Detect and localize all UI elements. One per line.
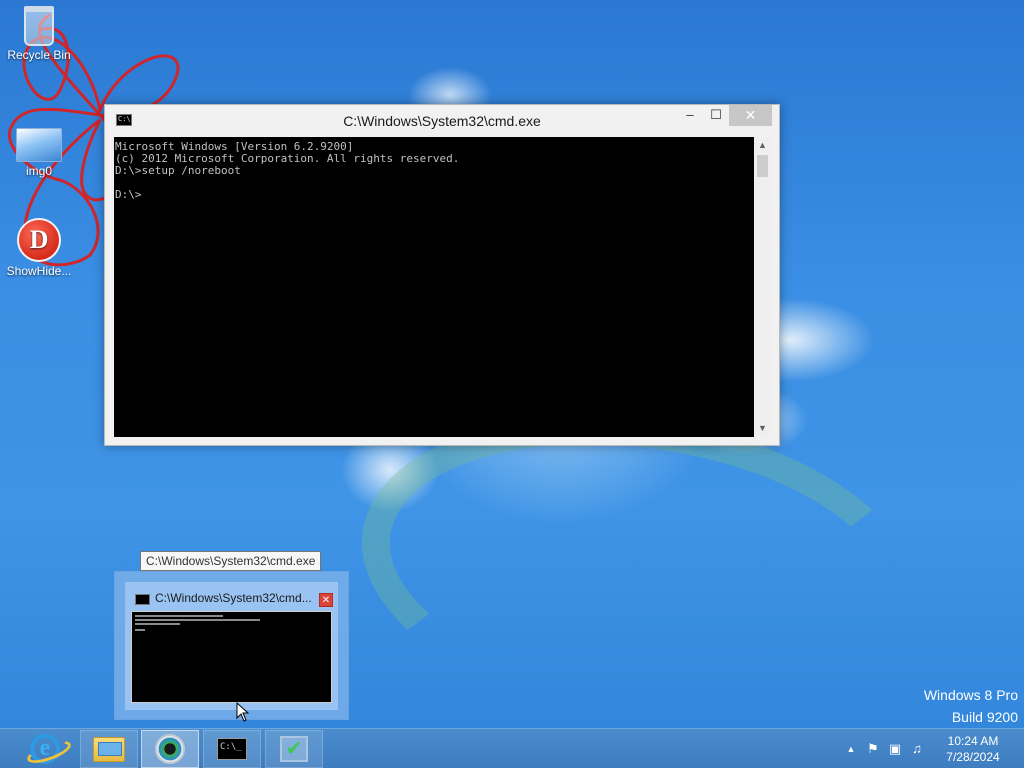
console-line: D:\>setup /noreboot [115,164,241,177]
desktop-icon-showhide[interactable]: D ShowHide... [1,218,77,278]
mouse-cursor-icon [236,702,250,722]
scroll-thumb[interactable] [757,155,768,177]
desktop-icon-label: ShowHide... [6,264,72,278]
taskbar-setup[interactable]: ✔ [265,730,323,768]
watermark-edition: Windows 8 Pro [923,687,1018,703]
scroll-up-icon[interactable]: ▲ [754,137,771,154]
setup-icon: ✔ [280,736,308,762]
taskbar: e C:\_ ✔ ▲ ⚑ ▣ ♫ 10:24 AM 7/28/2024 [0,728,1024,768]
preview-title: C:\Windows\System32\cmd... [155,591,312,605]
clock-time: 10:24 AM [947,734,999,748]
taskbar-file-explorer[interactable] [80,730,138,768]
thumbnail-text-line [135,615,223,617]
clock-date: 7/28/2024 [946,750,1000,764]
scroll-down-icon[interactable]: ▼ [754,420,771,437]
taskbar-media-center[interactable] [141,730,199,768]
window-titlebar[interactable]: C:\ C:\Windows\System32\cmd.exe – ☐ ✕ [105,105,779,137]
desktop-icon-label: Recycle Bin [7,48,71,62]
taskbar-clock[interactable]: 10:24 AM 7/28/2024 [940,733,1006,765]
close-button[interactable]: ✕ [729,105,772,126]
taskbar-preview[interactable]: C:\Windows\System32\cmd... ✕ [114,571,349,720]
command-prompt-icon: C:\_ [217,738,247,760]
desktop-icon-label: img0 [25,164,52,178]
internet-explorer-icon: e [30,734,60,764]
preview-card[interactable]: C:\Windows\System32\cmd... ✕ [125,582,338,710]
watermark-build: Build 9200 [951,709,1018,725]
cmd-window[interactable]: C:\ C:\Windows\System32\cmd.exe – ☐ ✕ Mi… [104,104,780,446]
maximize-button[interactable]: ☐ [703,105,729,126]
thumbnail-text-line [135,629,145,631]
recycle-bin-icon [24,6,54,46]
thumbnail-text-line [135,623,180,625]
vertical-scrollbar[interactable]: ▲ ▼ [754,137,771,437]
thumbnail-text-line [135,619,260,621]
media-center-icon [155,734,185,764]
preview-close-button[interactable]: ✕ [319,593,333,607]
volume-muted-icon[interactable]: ♫ [906,729,928,768]
console-output[interactable]: Microsoft Windows [Version 6.2.9200] (c) … [114,137,754,437]
image-file-icon [16,128,62,162]
preview-tooltip: C:\Windows\System32\cmd.exe [140,551,322,571]
preview-thumbnail[interactable] [131,611,332,703]
windows-watermark: Windows 8 Pro Build 9200 [924,684,1018,728]
taskbar-internet-explorer[interactable]: e [16,730,74,768]
show-hidden-icons-icon[interactable]: ▲ [840,729,862,768]
desktop-icon-recycle-bin[interactable]: Recycle Bin [1,6,77,62]
cmd-icon [135,594,150,605]
system-tray: ▲ ⚑ ▣ ♫ [840,729,928,768]
taskbar-command-prompt[interactable]: C:\_ [203,730,261,768]
action-center-flag-icon[interactable]: ⚑ [862,729,884,768]
desktop-icon-img0[interactable]: img0 [1,128,77,178]
folder-icon [93,736,125,762]
showhide-app-icon: D [17,218,61,262]
minimize-button[interactable]: – [677,105,703,126]
network-icon[interactable]: ▣ [884,729,906,768]
console-prompt: D:\> [115,188,142,201]
